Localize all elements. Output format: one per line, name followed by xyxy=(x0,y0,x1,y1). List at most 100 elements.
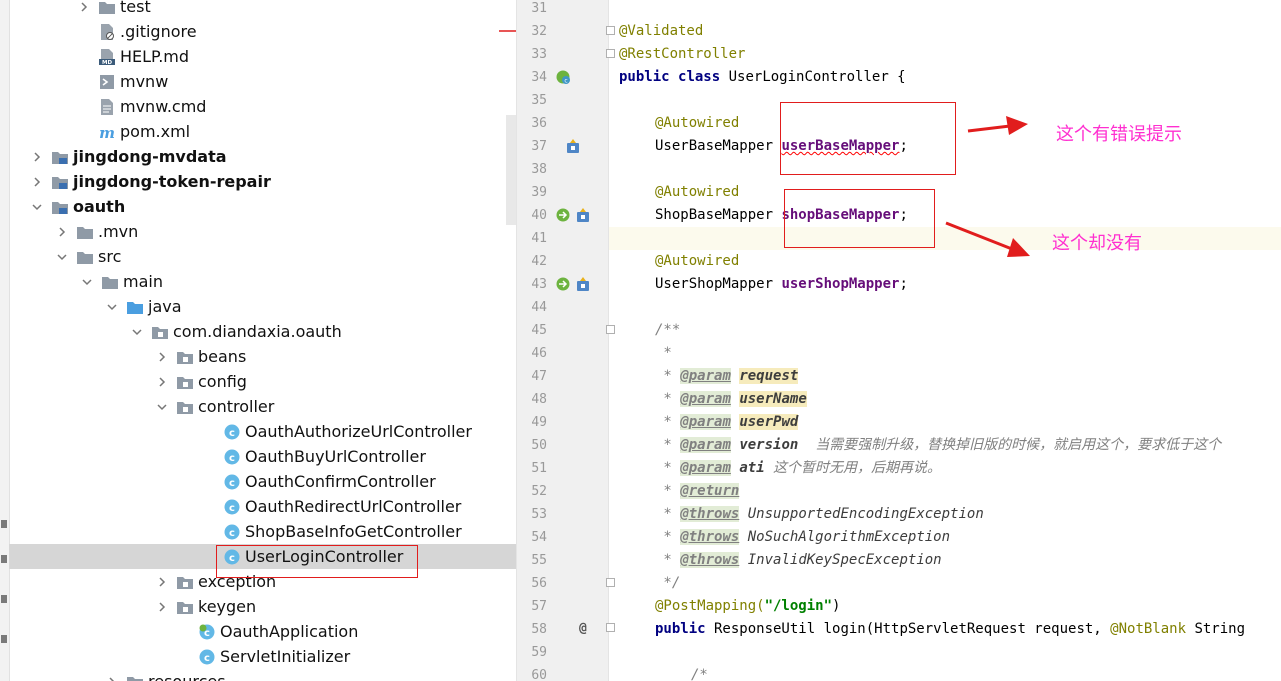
chevron-right-icon[interactable] xyxy=(32,176,42,187)
tree-item-oauthredirecturlcontroller[interactable]: c OauthRedirectUrlController xyxy=(9,494,516,519)
line-number: 34 xyxy=(531,70,547,85)
param-description: 这个暂时无用，后期再说。 xyxy=(773,460,942,476)
tree-item-label: ShopBaseInfoGetController xyxy=(245,522,462,541)
tree-item-gitignore[interactable]: .gitignore xyxy=(9,19,516,44)
line-number: 60 xyxy=(531,668,547,681)
tree-item-com-diandaxia-oauth[interactable]: com.diandaxia.oauth xyxy=(9,319,516,344)
spring-bean-gutter-icon[interactable] xyxy=(555,276,571,292)
navigate-to-bean-gutter-icon[interactable] xyxy=(575,207,591,223)
tree-item-keygen[interactable]: keygen xyxy=(9,594,516,619)
tree-item-mvnw[interactable]: mvnw xyxy=(9,69,516,94)
method-signature: ResponseUtil login(HttpServletRequest re… xyxy=(705,621,1111,637)
code-line-51: * @param ati 这个暂时无用，后期再说。 xyxy=(655,457,941,480)
return-tag: @return xyxy=(680,483,740,499)
tree-item-beans[interactable]: beans xyxy=(9,344,516,369)
code-line-42: @Autowired xyxy=(655,250,739,273)
tree-item-help-md[interactable]: MD HELP.md xyxy=(9,44,516,69)
tree-item-label: src xyxy=(98,247,122,266)
throws-tag: @throws xyxy=(680,552,740,568)
chevron-right-icon[interactable] xyxy=(157,601,167,612)
user-shop-mapper-field[interactable]: userShopMapper xyxy=(781,276,899,292)
line-number: 57 xyxy=(531,599,547,614)
code-line-60: /* xyxy=(691,667,708,681)
line-number: 59 xyxy=(531,645,547,660)
autowired-annotation: @Autowired xyxy=(655,184,740,200)
chevron-right-icon[interactable] xyxy=(157,576,167,587)
tree-item-config[interactable]: config xyxy=(9,369,516,394)
chevron-right-icon[interactable] xyxy=(79,1,89,12)
tree-item-label: main xyxy=(123,272,163,291)
tree-item-label: beans xyxy=(198,347,247,366)
mapping-path-string: "/login" xyxy=(764,598,833,614)
spring-bean-gutter-icon[interactable]: c xyxy=(555,69,571,85)
package-icon xyxy=(176,348,194,366)
chevron-right-icon[interactable] xyxy=(157,351,167,362)
chevron-down-icon[interactable] xyxy=(132,327,142,337)
tree-item-servletinitializer[interactable]: c ServletInitializer xyxy=(9,644,516,669)
navigate-to-bean-gutter-icon[interactable] xyxy=(575,276,591,292)
maven-file-icon: m xyxy=(98,123,116,141)
class-declaration: UserLoginController { xyxy=(720,69,906,85)
text-file-icon xyxy=(98,98,116,116)
markdown-file-icon: MD xyxy=(98,48,116,66)
chevron-right-icon[interactable] xyxy=(32,151,42,162)
tree-item-jingdong-mvdata[interactable]: jingdong-mvdata xyxy=(9,144,516,169)
navigate-to-bean-gutter-icon[interactable] xyxy=(565,138,581,154)
tree-item-label: oauth xyxy=(73,197,126,216)
tree-item-oauthapplication[interactable]: c OauthApplication xyxy=(9,619,516,644)
project-tree: test .gitignore MD HELP.md mvnw mvnw.cmd m pom.… xyxy=(0,0,517,681)
tree-item-label: jingdong-mvdata xyxy=(73,147,227,166)
request-mapping-gutter-marker[interactable]: @ xyxy=(579,621,595,637)
line-number: 31 xyxy=(531,1,547,16)
field-type: UserBaseMapper xyxy=(655,138,782,154)
tree-item-shopbaseinfogetcontroller[interactable]: c ShopBaseInfoGetController xyxy=(9,519,516,544)
param-tag: @param xyxy=(680,414,731,430)
tree-item-jingdong-token-repair[interactable]: jingdong-token-repair xyxy=(9,169,516,194)
package-icon xyxy=(176,598,194,616)
tree-item-oauthbuyurlcontroller[interactable]: c OauthBuyUrlController xyxy=(9,444,516,469)
fold-marker[interactable] xyxy=(606,325,615,334)
tree-item-java[interactable]: java xyxy=(9,294,516,319)
tree-item-label: .mvn xyxy=(98,222,139,241)
svg-text:c: c xyxy=(229,453,235,464)
line-number: 58 xyxy=(531,622,547,637)
code-line-48: * @param userName xyxy=(655,388,807,411)
spring-bean-gutter-icon[interactable] xyxy=(555,207,571,223)
tree-item-oauthauthorizeurlcontroller[interactable]: c OauthAuthorizeUrlController xyxy=(9,419,516,444)
chevron-down-icon[interactable] xyxy=(57,252,67,262)
tree-item-mvn[interactable]: .mvn xyxy=(9,219,516,244)
annotation-note-has-error: 这个有错误提示 xyxy=(1056,124,1182,145)
fold-marker[interactable] xyxy=(606,49,615,58)
fold-marker[interactable] xyxy=(606,623,615,632)
chevron-right-icon[interactable] xyxy=(107,676,117,681)
tree-item-pom-xml[interactable]: m pom.xml xyxy=(9,119,516,144)
tree-item-oauth[interactable]: oauth xyxy=(9,194,516,219)
comment-star: * xyxy=(655,483,681,499)
gitignore-file-icon xyxy=(98,23,116,41)
java-class-icon: c xyxy=(223,448,241,466)
tree-item-controller[interactable]: controller xyxy=(9,394,516,419)
tree-item-resources[interactable]: resources xyxy=(9,669,516,681)
chevron-right-icon[interactable] xyxy=(57,226,67,237)
fold-marker[interactable] xyxy=(606,578,615,587)
paren: ) xyxy=(832,598,841,614)
line-number: 48 xyxy=(531,392,547,407)
tree-item-main[interactable]: main xyxy=(9,269,516,294)
tree-item-src[interactable]: src xyxy=(9,244,516,269)
highlight-box-user-login-controller xyxy=(216,545,418,578)
fold-marker[interactable] xyxy=(606,26,615,35)
param-type: String xyxy=(1186,621,1246,637)
tree-item-label: config xyxy=(198,372,247,391)
tree-item-label: mvnw.cmd xyxy=(120,97,207,116)
tree-item-test[interactable]: test xyxy=(9,0,516,19)
autowired-annotation: @Autowired xyxy=(655,253,740,269)
tree-item-mvnw-cmd[interactable]: mvnw.cmd xyxy=(9,94,516,119)
line-number: 52 xyxy=(531,484,547,499)
tree-item-label: ServletInitializer xyxy=(220,647,351,666)
chevron-down-icon[interactable] xyxy=(82,277,92,287)
tree-item-oauthconfirmcontroller[interactable]: c OauthConfirmController xyxy=(9,469,516,494)
chevron-down-icon[interactable] xyxy=(107,302,117,312)
chevron-down-icon[interactable] xyxy=(157,402,167,412)
chevron-right-icon[interactable] xyxy=(157,376,167,387)
chevron-down-icon[interactable] xyxy=(32,202,42,212)
